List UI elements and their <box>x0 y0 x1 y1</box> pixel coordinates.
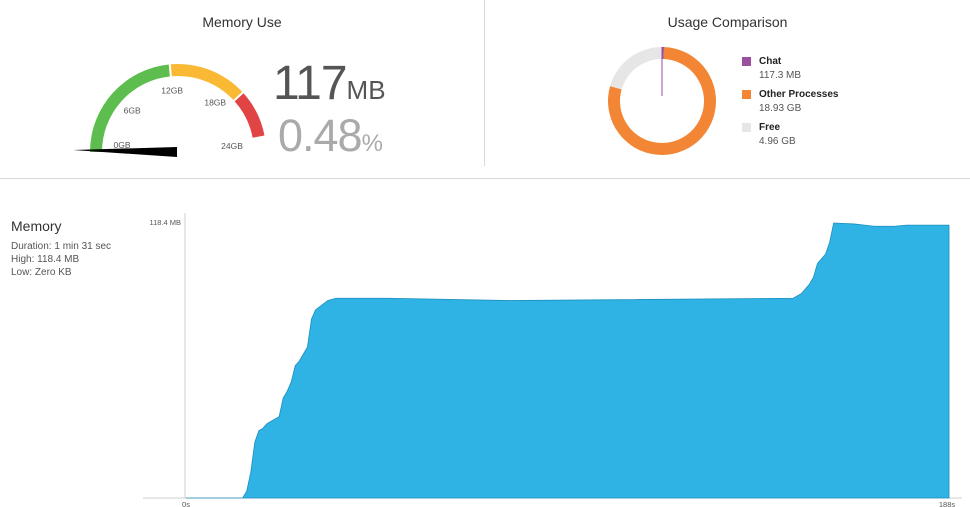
gauge-label: 18GB <box>204 97 226 107</box>
legend-item-chat: Chat 117.3 MB <box>740 56 839 89</box>
y-max-label: 118.4 MB <box>149 218 181 227</box>
memory-area-chart: 118.4 MB 0s 188s <box>143 213 962 507</box>
usage-comparison-title: Usage Comparison <box>667 14 788 30</box>
memory-area-layer <box>186 222 950 499</box>
memory-use-title: Memory Use <box>202 14 282 30</box>
legend-name: Other Processes <box>759 89 839 100</box>
gauge-label: 6GB <box>124 105 141 115</box>
memory-percent-unit: % <box>361 130 383 157</box>
legend-swatch-chat <box>742 57 751 66</box>
gauge-label: 24GB <box>221 141 243 151</box>
donut-slice-free <box>610 46 663 90</box>
legend-item-free: Free 4.96 GB <box>740 122 839 155</box>
memory-gauge: 0GB6GB12GB18GB24GB <box>73 63 265 157</box>
legend-item-other-processes: Other Processes 18.93 GB <box>740 89 839 122</box>
usage-donut-chart <box>608 46 716 155</box>
memory-value-number: 117 <box>273 57 348 110</box>
memory-percent-number: 0.48 <box>278 110 363 161</box>
gauge-label: 12GB <box>161 85 183 95</box>
legend-value: 4.96 GB <box>759 136 796 147</box>
legend-name: Free <box>759 122 781 133</box>
legend-value: 117.3 MB <box>759 70 802 81</box>
legend-swatch-free <box>742 123 751 132</box>
x-start-label: 0s <box>182 500 190 507</box>
legend-swatch-other-processes <box>742 90 751 99</box>
usage-legend: Chat 117.3 MB Other Processes 18.93 GB F… <box>740 56 839 155</box>
x-end-label: 188s <box>939 500 956 507</box>
memory-value: 117MB <box>273 56 386 111</box>
usage-comparison-panel: Usage Comparison Chat 117.3 MB Other Pro… <box>485 0 970 178</box>
memory-area-series <box>186 222 950 499</box>
gauge-separator <box>168 63 173 79</box>
memory-percent: 0.48% <box>278 110 383 162</box>
gauge-red-segment <box>234 92 265 138</box>
legend-value: 18.93 GB <box>759 103 802 114</box>
gauge-needle <box>73 147 177 157</box>
memory-value-unit: MB <box>346 75 386 105</box>
legend-name: Chat <box>759 56 782 67</box>
horizontal-divider <box>0 178 970 179</box>
